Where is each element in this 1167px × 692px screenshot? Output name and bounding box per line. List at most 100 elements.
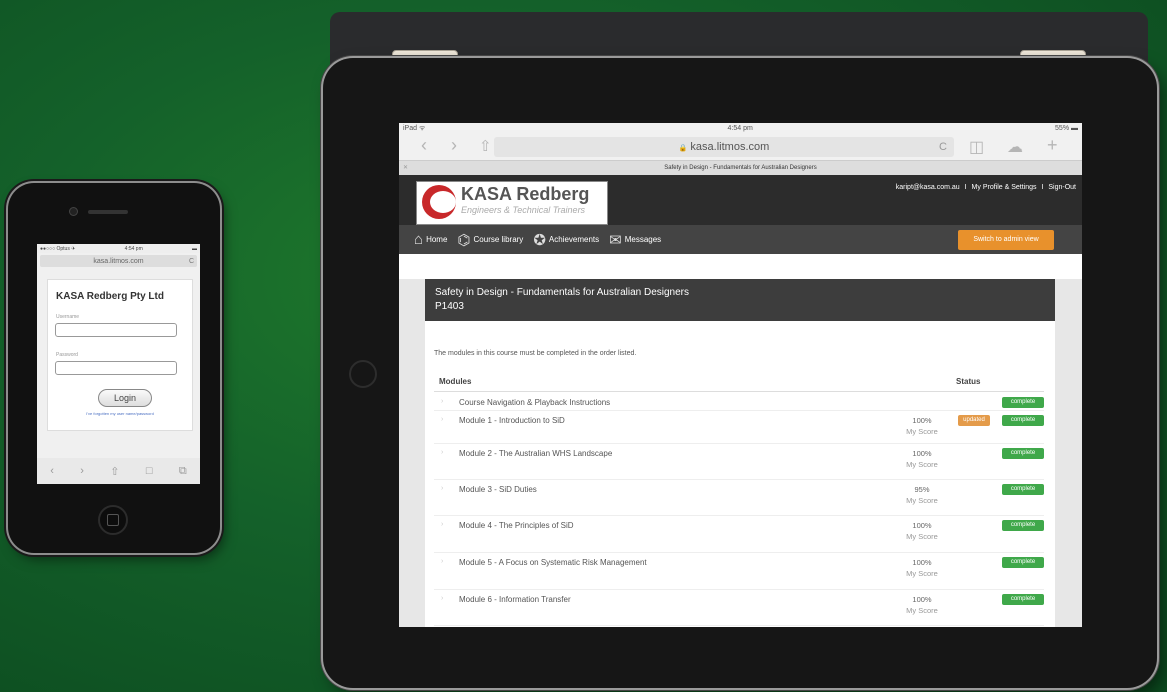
expand-arrow-icon[interactable]: › [441,485,443,492]
expand-arrow-icon[interactable]: › [441,521,443,528]
ipad-battery: 55% ▬ [1055,125,1078,132]
complete-badge: complete [1002,484,1044,495]
phone-forgot-link[interactable]: I've forgotten my user name/password [58,411,182,416]
kasa-logo[interactable]: KASA Redberg Engineers & Technical Train… [416,181,608,225]
expand-arrow-icon[interactable]: › [441,595,443,602]
expand-arrow-icon[interactable]: › [441,416,443,423]
complete-badge: complete [1002,594,1044,605]
envelope-icon: ✉ [609,231,622,249]
phone-reload-icon[interactable]: C [189,258,194,265]
module-row[interactable]: › Course Navigation & Playback Instructio… [434,393,1044,411]
separator: I [1041,184,1044,191]
back-icon[interactable]: ‹ [421,135,427,156]
share-icon[interactable]: ⇧ [479,137,492,155]
phone-safari-toolbar: ‹ › ⇧ □ ⧉ [37,458,200,484]
new-tab-icon[interactable]: + [1047,135,1058,156]
complete-badge: complete [1002,448,1044,459]
forward-icon[interactable]: › [451,135,457,156]
phone-carrier: ●●○○○ Optus ✈ [40,245,76,252]
course-panel: Safety in Design - Fundamentals for Aust… [425,279,1055,627]
score-value: 95% [914,485,930,494]
phone-back-icon[interactable]: ‹ [50,465,54,477]
module-name[interactable]: Module 3 - SiD Duties [459,485,537,494]
score-label: My Score [906,460,938,469]
course-title: Safety in Design - Fundamentals for Aust… [435,287,690,298]
course-content: Safety in Design - Fundamentals for Aust… [399,279,1082,627]
module-name[interactable]: Module 1 - Introduction to SiD [459,416,565,425]
phone-forward-icon[interactable]: › [80,465,84,477]
module-name[interactable]: Module 2 - The Australian WHS Landscape [459,449,612,458]
phone-url: kasa.litmos.com [93,257,144,265]
phone-status-bar: ●●○○○ Optus ✈ 4:54 pm ▬ [37,244,200,253]
menu-home[interactable]: ⌂ Home [414,231,447,248]
complete-badge: complete [1002,415,1044,426]
tab-close-icon[interactable]: ✕ [403,161,408,175]
ipad-device-label: iPad ᯤ [403,125,426,132]
tab-title: Safety in Design - Fundamentals for Aust… [664,165,817,171]
module-name[interactable]: Module 6 - Information Transfer [459,595,571,604]
module-score: 100% My Score [902,557,942,579]
order-note: The modules in this course must be compl… [434,350,637,357]
module-row[interactable]: › Module 5 - A Focus on Systematic Risk M… [434,552,1044,590]
updated-badge: updated [958,415,990,426]
score-value: 100% [912,558,932,567]
cloud-tabs-icon[interactable]: ☁ [1007,137,1023,157]
admin-view-button[interactable]: Switch to admin view [958,230,1054,250]
score-label: My Score [906,427,938,436]
phone-password-label: Password [56,352,78,358]
expand-arrow-icon[interactable]: › [441,449,443,456]
module-score: 100% My Score [902,520,942,542]
logo-swoosh-icon [422,185,456,219]
safari-nav-bar: ‹ › ⇧ 🔒 kasa.litmos.com C ◫ ☁ + [399,134,1082,160]
iphone-device: ●●○○○ Optus ✈ 4:54 pm ▬ kasa.litmos.com … [8,183,220,553]
phone-login-button[interactable]: Login [98,389,152,407]
module-name[interactable]: Module 4 - The Principles of SiD [459,521,574,530]
module-name[interactable]: Course Navigation & Playback Instruction… [459,398,610,407]
phone-speaker [88,210,128,214]
module-name[interactable]: Module 5 - A Focus on Systematic Risk Ma… [459,558,647,567]
address-bar[interactable]: 🔒 kasa.litmos.com C [494,137,954,157]
phone-bookmarks-icon[interactable]: □ [146,465,153,477]
expand-arrow-icon[interactable]: › [441,398,443,405]
module-row[interactable]: › Module 2 - The Australian WHS Landscape… [434,443,1044,480]
lock-icon: 🔒 [678,145,688,152]
module-score: 100% My Score [902,415,942,437]
phone-address-bar[interactable]: kasa.litmos.com C [40,255,197,267]
phone-screen: ●●○○○ Optus ✈ 4:54 pm ▬ kasa.litmos.com … [37,244,200,484]
modules-column-header: Modules [439,377,472,386]
bookmarks-icon[interactable]: ◫ [969,137,984,157]
phone-time: 4:54 pm [124,245,143,252]
expand-arrow-icon[interactable]: › [441,558,443,565]
separator: I [964,184,967,191]
module-score: 95% My Score [902,484,942,506]
phone-password-field[interactable] [55,361,177,375]
phone-tabs-icon[interactable]: ⧉ [179,465,187,478]
menu-achievements[interactable]: ✪ Achievements [533,231,599,249]
complete-badge: complete [1002,520,1044,531]
ipad-home-button[interactable] [349,360,377,388]
phone-username-label: Username [56,314,80,320]
score-value: 100% [912,416,932,425]
module-row[interactable]: › Module 6 - Information Transfer 100% My S… [434,589,1044,626]
module-row[interactable]: › Module 3 - SiD Duties 95% My Score complet… [434,479,1044,516]
phone-home-button[interactable] [98,505,128,535]
status-column-header: Status [956,377,981,386]
phone-username-field[interactable] [55,323,177,337]
menu-messages[interactable]: ✉ Messages [609,231,661,249]
profile-link[interactable]: My Profile & Settings [972,184,1037,191]
site-header: KASA Redberg Engineers & Technical Train… [399,175,1082,225]
module-row[interactable]: › Module 4 - The Principles of SiD 100% My … [434,515,1044,553]
complete-badge: complete [1002,397,1044,408]
menu-course-library[interactable]: ⌬ Course library [457,231,523,249]
signout-link[interactable]: Sign-Out [1048,184,1076,191]
module-row[interactable]: › Module 1 - Introduction to SiD 100% My Sc… [434,410,1044,444]
phone-share-icon[interactable]: ⇧ [110,465,119,478]
url-text: kasa.litmos.com [690,141,770,153]
user-email: kaript@kasa.com.au [895,184,960,191]
complete-badge: complete [1002,557,1044,568]
module-score: 100% My Score [902,594,942,616]
reload-icon[interactable]: C [939,137,947,157]
graduation-cap-icon: ⌬ [457,231,471,249]
ipad-status-bar: iPad ᯤ 4:54 pm 55% ▬ [399,123,1082,134]
browser-tab[interactable]: ✕ Safety in Design - Fundamentals for Au… [399,160,1082,175]
